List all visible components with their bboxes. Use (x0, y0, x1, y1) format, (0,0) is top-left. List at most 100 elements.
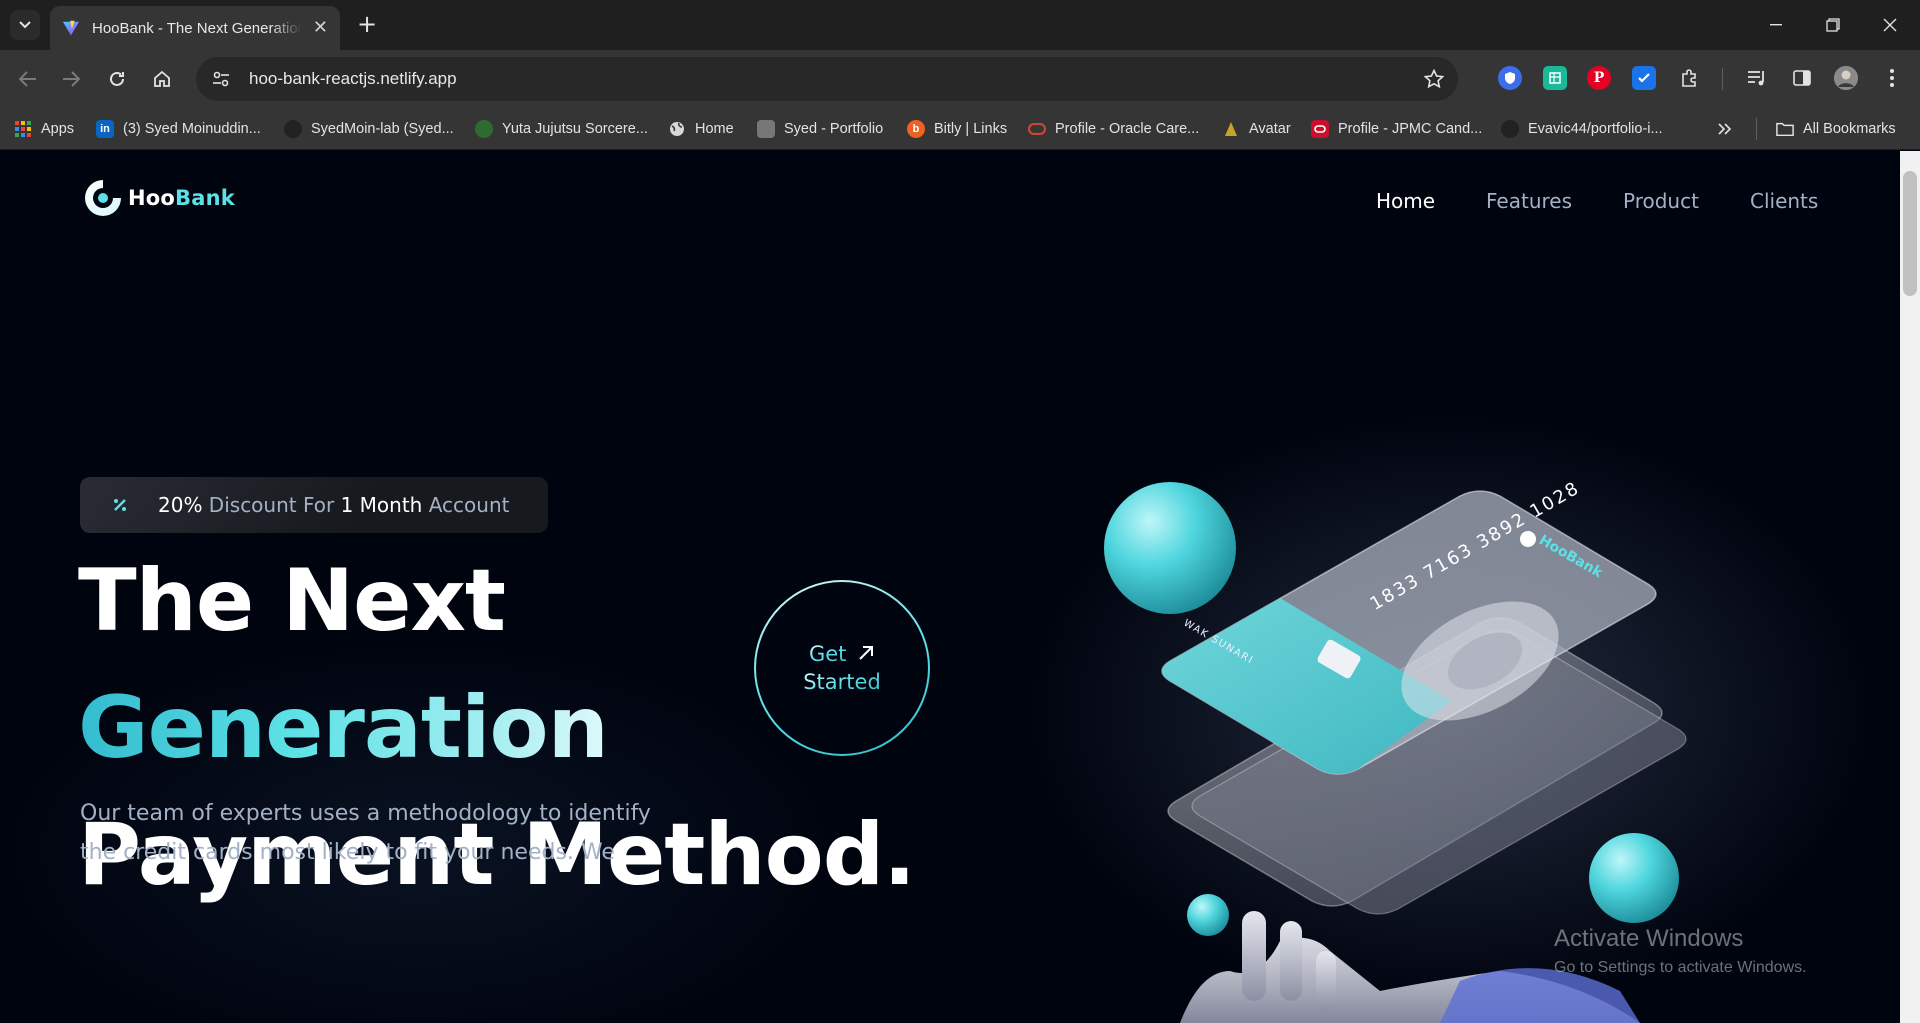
watermark-subtitle: Go to Settings to activate Windows. (1554, 959, 1807, 976)
bookmark-label: Profile - JPMC Cand... (1338, 121, 1483, 137)
bookmark-label: Yuta Jujutsu Sorcere... (502, 121, 648, 137)
side-panel-icon[interactable] (1790, 66, 1814, 90)
discount-percent: 20% (158, 493, 203, 517)
bookmark-label: Home (695, 121, 734, 137)
bookmark-avatar[interactable]: Avatar (1222, 117, 1291, 141)
cta-line-2: Started (803, 668, 881, 696)
extensions-puzzle-icon[interactable] (1678, 66, 1702, 90)
nav-clients[interactable]: Clients (1750, 189, 1818, 213)
back-button[interactable] (13, 64, 43, 94)
extension-shield-icon[interactable] (1498, 66, 1522, 90)
bookmark-home[interactable]: Home (668, 117, 734, 141)
bookmark-apps[interactable]: Apps (14, 117, 74, 141)
nav-home[interactable]: Home (1376, 189, 1435, 213)
home-button[interactable] (147, 64, 177, 94)
new-tab-button[interactable]: + (352, 9, 382, 39)
bookmark-oracle[interactable]: Profile - Oracle Care... (1028, 117, 1199, 141)
nav-features[interactable]: Features (1486, 189, 1572, 213)
bookmark-label: Apps (41, 121, 75, 137)
page-scrollbar[interactable] (1900, 151, 1920, 1023)
github-icon (1501, 120, 1519, 138)
url-text: hoo-bank-reactjs.netlify.app (249, 69, 457, 88)
toolbar-divider (1722, 68, 1723, 90)
discount-badge: 20% Discount For 1 Month Account (80, 477, 548, 533)
bitly-icon: b (907, 120, 925, 138)
extension-sheet-icon[interactable] (1543, 66, 1567, 90)
bookmark-jpmc[interactable]: Profile - JPMC Cand... (1311, 117, 1482, 141)
active-tab[interactable]: HooBank - The Next Generation Payment Me… (50, 6, 340, 50)
browser-toolbar: hoo-bank-reactjs.netlify.app P (0, 50, 1920, 108)
menu-kebab-icon[interactable] (1880, 66, 1904, 90)
bookmark-evavic44[interactable]: Evavic44/portfolio-i... (1501, 117, 1663, 141)
bookmark-yuta[interactable]: Yuta Jujutsu Sorcere... (475, 117, 648, 141)
avatar-icon (1222, 120, 1240, 138)
heading-line-1: The Next (78, 551, 506, 651)
restore-button[interactable] (1811, 8, 1855, 42)
bookmark-label: All Bookmarks (1803, 121, 1896, 137)
chevron-down-icon (19, 21, 31, 29)
bookmark-star-icon[interactable] (1424, 69, 1444, 89)
address-bar[interactable]: hoo-bank-reactjs.netlify.app (196, 57, 1458, 101)
oracle-icon (1028, 120, 1046, 138)
folder-icon (1776, 120, 1794, 138)
watermark-title: Activate Windows (1554, 925, 1744, 952)
pinterest-icon[interactable]: P (1587, 66, 1611, 90)
arrow-right-icon (63, 71, 80, 87)
page-viewport: HooBank Home Features Product Clients 20… (0, 151, 1920, 1023)
bookmark-linkedin[interactable]: in (3) Syed Moinuddin... (96, 117, 261, 141)
bookmark-label: Syed - Portfolio (784, 121, 884, 137)
heading-line-2: Generation (78, 678, 609, 778)
reload-icon (110, 71, 124, 86)
jpmc-icon (1311, 120, 1329, 138)
hero-card-illustration: 1833 7163 3892 1028 WAK SUNARI HooBank (1104, 477, 1687, 1023)
all-bookmarks-button[interactable]: All Bookmarks (1776, 117, 1896, 141)
bookmark-label: Profile - Oracle Care... (1055, 121, 1200, 137)
discount-text: 20% Discount For 1 Month Account (158, 493, 509, 517)
bookmark-portfolio[interactable]: Syed - Portfolio (757, 117, 883, 141)
portfolio-icon (757, 120, 775, 138)
chevron-double-right-icon (1718, 123, 1732, 135)
forward-button[interactable] (56, 64, 86, 94)
sphere-top (1104, 482, 1236, 614)
restore-icon (1826, 18, 1840, 32)
bookmarks-divider (1756, 118, 1757, 140)
discount-icon (104, 489, 136, 521)
bookmark-label: Bitly | Links (934, 121, 1008, 137)
bookmark-label: (3) Syed Moinuddin... (123, 121, 261, 137)
tab-search-button[interactable] (10, 10, 40, 40)
logo-part1: Hoo (128, 186, 176, 210)
tab-close-icon[interactable]: ✕ (313, 19, 328, 37)
bookmark-bitly[interactable]: b Bitly | Links (907, 117, 1007, 141)
media-control-icon[interactable] (1745, 66, 1769, 90)
bookmark-label: SyedMoin-lab (Syed... (311, 121, 454, 137)
site-info-icon[interactable] (208, 66, 234, 92)
bookmark-github-syedmoin[interactable]: SyedMoin-lab (Syed... (284, 117, 454, 141)
sphere-right (1589, 833, 1679, 923)
cta-get: Get (808, 642, 847, 666)
profile-avatar[interactable] (1834, 66, 1858, 90)
logo-part2: Bank (175, 186, 235, 210)
minimize-button[interactable] (1754, 8, 1798, 42)
arrow-left-icon (19, 71, 36, 87)
nav-product[interactable]: Product (1623, 189, 1699, 213)
logo-wordmark: HooBank (128, 186, 235, 210)
globe-icon (668, 120, 686, 138)
linkedin-icon: in (96, 120, 114, 138)
extension-check-icon[interactable] (1632, 66, 1656, 90)
site-logo[interactable]: HooBank (82, 177, 235, 219)
discount-text-1: Discount For (202, 493, 341, 517)
cta-started: Started (803, 670, 881, 694)
bookmark-label: Avatar (1249, 121, 1291, 137)
apps-grid-icon (14, 120, 32, 138)
bookmarks-overflow-button[interactable] (1718, 117, 1732, 141)
bookmark-label: Evavic44/portfolio-i... (1528, 121, 1663, 137)
activate-windows-overlay: Activate Windows Go to Settings to activ… (1554, 925, 1807, 977)
reload-button[interactable] (102, 64, 132, 94)
get-started-button[interactable]: Get Started (754, 580, 930, 756)
hero-description: Our team of experts uses a methodology t… (80, 801, 651, 865)
scrollbar-thumb[interactable] (1903, 171, 1917, 296)
cta-line-1: Get (809, 640, 875, 668)
close-icon (1883, 18, 1897, 32)
close-window-button[interactable] (1868, 8, 1912, 42)
github-icon (284, 120, 302, 138)
